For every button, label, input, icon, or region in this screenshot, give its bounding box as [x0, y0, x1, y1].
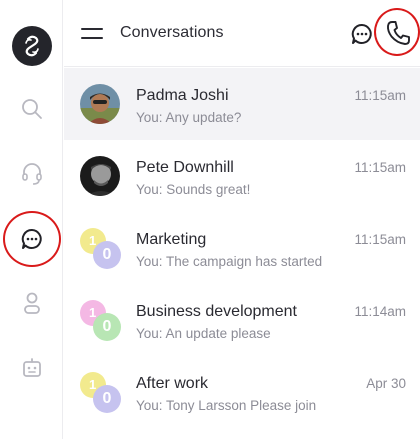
contacts-nav-button[interactable]: [0, 282, 63, 326]
group-avatar-front: 0: [93, 385, 121, 413]
avatar: [80, 156, 120, 196]
group-avatar-front: 0: [93, 241, 121, 269]
conversation-name: Marketing: [136, 231, 207, 248]
page-title: Conversations: [120, 24, 224, 41]
group-avatar: 1 0: [80, 372, 124, 416]
new-conversation-button[interactable]: [350, 22, 374, 46]
conversation-name: Padma Joshi: [136, 87, 229, 104]
group-avatar: 1 0: [80, 228, 124, 272]
conversation-time: 11:14am: [354, 304, 406, 319]
conversation-preview: You: Any update?: [136, 110, 242, 125]
search-nav-button[interactable]: [0, 87, 63, 131]
conversation-preview: You: An update please: [136, 326, 271, 341]
bots-nav-button[interactable]: [0, 346, 63, 390]
robot-icon: [22, 358, 41, 377]
group-avatar-front: 0: [93, 313, 121, 341]
conversation-item[interactable]: 1 0 After work You: Tony Larsson Please …: [64, 356, 420, 428]
chat-bubble-dots-icon: [21, 228, 42, 249]
conversation-item[interactable]: 1 0 Business development You: An update …: [64, 284, 420, 356]
avatar: [80, 84, 120, 124]
conversations-header: Conversations: [64, 0, 420, 67]
support-nav-button[interactable]: [0, 152, 63, 196]
conversation-item[interactable]: 1 0 Marketing You: The campaign has star…: [64, 212, 420, 284]
conversations-nav-button[interactable]: [0, 217, 63, 261]
conversation-time: 11:15am: [354, 232, 406, 247]
conversation-name: Business development: [136, 303, 297, 320]
search-icon: [21, 99, 42, 119]
chat-bubble-dots-icon: [351, 23, 372, 44]
conversation-time: 11:15am: [354, 88, 406, 103]
phone-icon: [386, 21, 410, 45]
conversation-preview: You: The campaign has started: [136, 254, 323, 269]
conversation-name: Pete Downhill: [136, 159, 234, 176]
conversation-time: 11:15am: [354, 160, 406, 175]
call-button[interactable]: [384, 18, 412, 48]
conversation-item[interactable]: Pete Downhill You: Sounds great! 11:15am: [64, 140, 420, 212]
conversation-item[interactable]: Padma Joshi You: Any update? 11:15am: [64, 68, 420, 140]
person-icon: [23, 292, 40, 314]
conversation-list: Padma Joshi You: Any update? 11:15am Pet…: [64, 68, 420, 428]
left-nav-rail: [0, 0, 63, 439]
conversation-name: After work: [136, 375, 209, 392]
menu-button[interactable]: [80, 23, 104, 45]
conversation-time: Apr 30: [366, 376, 406, 391]
conversation-preview: You: Sounds great!: [136, 182, 251, 197]
logo-button[interactable]: [0, 24, 63, 68]
conversation-preview: You: Tony Larsson Please join: [136, 398, 317, 413]
hamburger-menu-icon: [81, 28, 103, 39]
group-avatar: 1 0: [80, 300, 124, 344]
brand-logo-icon: [11, 26, 52, 66]
headset-icon: [21, 163, 42, 185]
